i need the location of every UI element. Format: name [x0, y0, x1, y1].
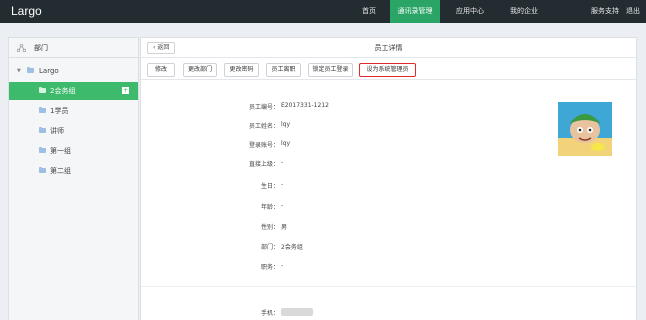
direct-supervisor-label: 直接上级： [248, 161, 279, 168]
back-button[interactable]: ‹ 返回 [147, 42, 176, 54]
department-label: 部门： [260, 244, 279, 251]
app-logo: Largo [11, 4, 42, 18]
birthday-label: 生日： [260, 183, 279, 190]
sidebar-header: 部门 [9, 38, 138, 58]
caret-down-icon[interactable]: ▼ [17, 62, 21, 80]
folder-icon [27, 67, 34, 73]
login-account-value: lqy [281, 140, 291, 147]
nav-my-enterprise[interactable]: 我的企业 [502, 0, 546, 23]
employee-avatar [558, 102, 612, 156]
employee-id-value: E2017331-1212 [281, 102, 329, 109]
set-as-admin-button[interactable]: 设为系统管理员 [359, 63, 416, 77]
page-scrollbar[interactable] [637, 37, 646, 320]
login-account-label: 登录账号： [248, 142, 279, 149]
page-title: 员工详情 [374, 44, 403, 52]
back-button-label: 返回 [157, 44, 170, 51]
tree-item-2-meeting-group[interactable]: 2会务组 + [9, 82, 138, 100]
nav-app-center[interactable]: 应用中心 [448, 0, 492, 23]
section-divider [141, 286, 636, 287]
nav-contacts-management[interactable]: 通讯录管理 [390, 0, 440, 23]
employee-name-label: 员工姓名： [248, 123, 279, 130]
action-toolbar: 修改 更改部门 更改密码 员工离职 锁定员工登录 设为系统管理员 [141, 59, 636, 80]
add-subdepartment-icon[interactable]: + [122, 87, 129, 94]
folder-icon [39, 127, 46, 133]
tree-item-label: 讲师 [50, 127, 64, 135]
tree-item-label: 第二组 [50, 167, 71, 175]
tree-item-label: 1学员 [50, 107, 69, 115]
employee-resign-button[interactable]: 员工离职 [266, 63, 301, 77]
edit-button[interactable]: 修改 [147, 63, 175, 77]
tree-item-label: 第一组 [50, 147, 71, 155]
org-tree-icon [17, 44, 26, 52]
tree-item-largo[interactable]: ▼ Largo [9, 62, 138, 80]
department-value: 2会务组 [281, 244, 303, 251]
tree-item-lecturers[interactable]: 讲师 [9, 122, 138, 140]
employee-detail-panel: 员工详情 ‹ 返回 修改 更改部门 更改密码 员工离职 锁定员工登录 设为系统管… [140, 37, 637, 320]
folder-icon [39, 87, 46, 93]
mobile-value-redacted [281, 308, 313, 316]
tree-item-1-students[interactable]: 1学员 [9, 102, 138, 120]
tree-item-group-two[interactable]: 第二组 [9, 162, 138, 180]
sidebar-header-label: 部门 [34, 44, 48, 52]
mobile-label: 手机： [260, 310, 279, 317]
folder-icon [39, 147, 46, 153]
folder-icon [39, 107, 46, 113]
change-password-button[interactable]: 更改密码 [224, 63, 259, 77]
change-department-button[interactable]: 更改部门 [183, 63, 217, 77]
panel-header: 员工详情 ‹ 返回 [141, 38, 636, 58]
position-label: 职务： [260, 264, 279, 271]
top-navigation-bar: Largo 首页 通讯录管理 应用中心 我的企业 服务支持 退出 [0, 0, 646, 23]
position-value: - [281, 262, 284, 269]
lock-employee-login-button[interactable]: 锁定员工登录 [308, 63, 353, 77]
age-label: 年龄： [260, 204, 279, 211]
nav-logout[interactable]: 退出 [623, 0, 643, 23]
tree-item-label: Largo [39, 67, 59, 75]
gender-label: 性别： [260, 224, 279, 231]
avatar-image [558, 102, 612, 156]
folder-icon [39, 167, 46, 173]
tree-item-group-one[interactable]: 第一组 [9, 142, 138, 160]
tree-item-label: 2会务组 [50, 87, 76, 95]
employee-id-label: 员工编号： [248, 104, 279, 111]
direct-supervisor-value: - [281, 159, 284, 166]
nav-home[interactable]: 首页 [355, 0, 383, 23]
department-sidebar: 部门 ▼ Largo 2会务组 + 1学员 讲师 第一组 第二组 [8, 37, 139, 320]
birthday-value: - [281, 181, 284, 188]
age-value: - [281, 202, 284, 209]
employee-name-value: lqy [281, 121, 291, 128]
nav-support[interactable]: 服务支持 [590, 0, 620, 23]
gender-value: 男 [281, 224, 288, 231]
